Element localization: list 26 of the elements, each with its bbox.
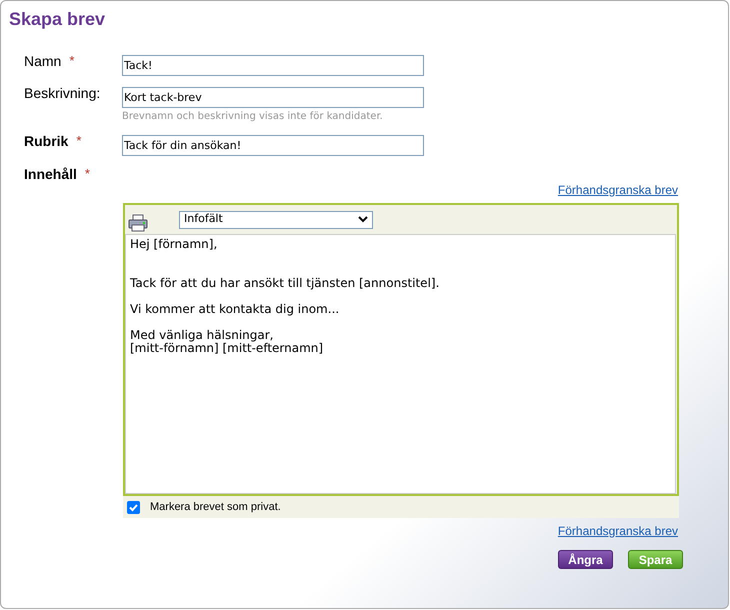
letter-text-line: Med vänliga hälsningar, bbox=[130, 329, 274, 342]
text-field[interactable]: Tack! bbox=[122, 55, 424, 76]
letter-text-line: Vi kommer att kontakta dig inom... bbox=[130, 303, 340, 316]
private-checkbox[interactable] bbox=[127, 500, 140, 514]
field-dropdown[interactable]: Infofält bbox=[179, 210, 373, 228]
page-title: Skapa brev bbox=[8, 8, 106, 31]
chevron-icon bbox=[358, 216, 368, 223]
letter-text-line: Tack för att du har ansökt till tjänsten [annonstitel]. bbox=[130, 277, 440, 290]
field-label: Innehåll bbox=[24, 165, 77, 184]
letter-body-editor[interactable]: Hej [förnamn], Tack för att du har ansökt till tjänsten [annonstitel]. Vi kommer att kontakta dig inom... Med vänliga hälsningar, [mitt-förnamn] [mitt-efternamn] bbox=[125, 234, 676, 494]
field-label: Namn bbox=[24, 52, 62, 71]
required-mark: * bbox=[84, 165, 90, 183]
letter-text-line: Hej [förnamn], bbox=[130, 238, 218, 251]
field-label: Beskrivning: bbox=[24, 84, 100, 103]
preview-link[interactable]: Förhandsgranska brev bbox=[558, 181, 678, 199]
printer-icon[interactable] bbox=[128, 214, 148, 232]
text-field[interactable]: Tack för din ansökan! bbox=[122, 135, 424, 156]
preview-link[interactable]: Förhandsgranska brev bbox=[558, 522, 678, 540]
text-field[interactable]: Kort tack-brev bbox=[122, 87, 424, 108]
required-mark: * bbox=[69, 52, 74, 70]
letter-text-line: [mitt-förnamn] [mitt-efternamn] bbox=[130, 342, 324, 355]
field-label: Rubrik bbox=[24, 132, 68, 151]
undo-button[interactable]: Ångra bbox=[558, 550, 613, 569]
required-mark: * bbox=[76, 132, 82, 150]
checkbox-label: Markera brevet som privat. bbox=[150, 500, 281, 515]
field-hint: Brevnamn och beskrivning visas inte för kandidater. bbox=[122, 110, 384, 124]
